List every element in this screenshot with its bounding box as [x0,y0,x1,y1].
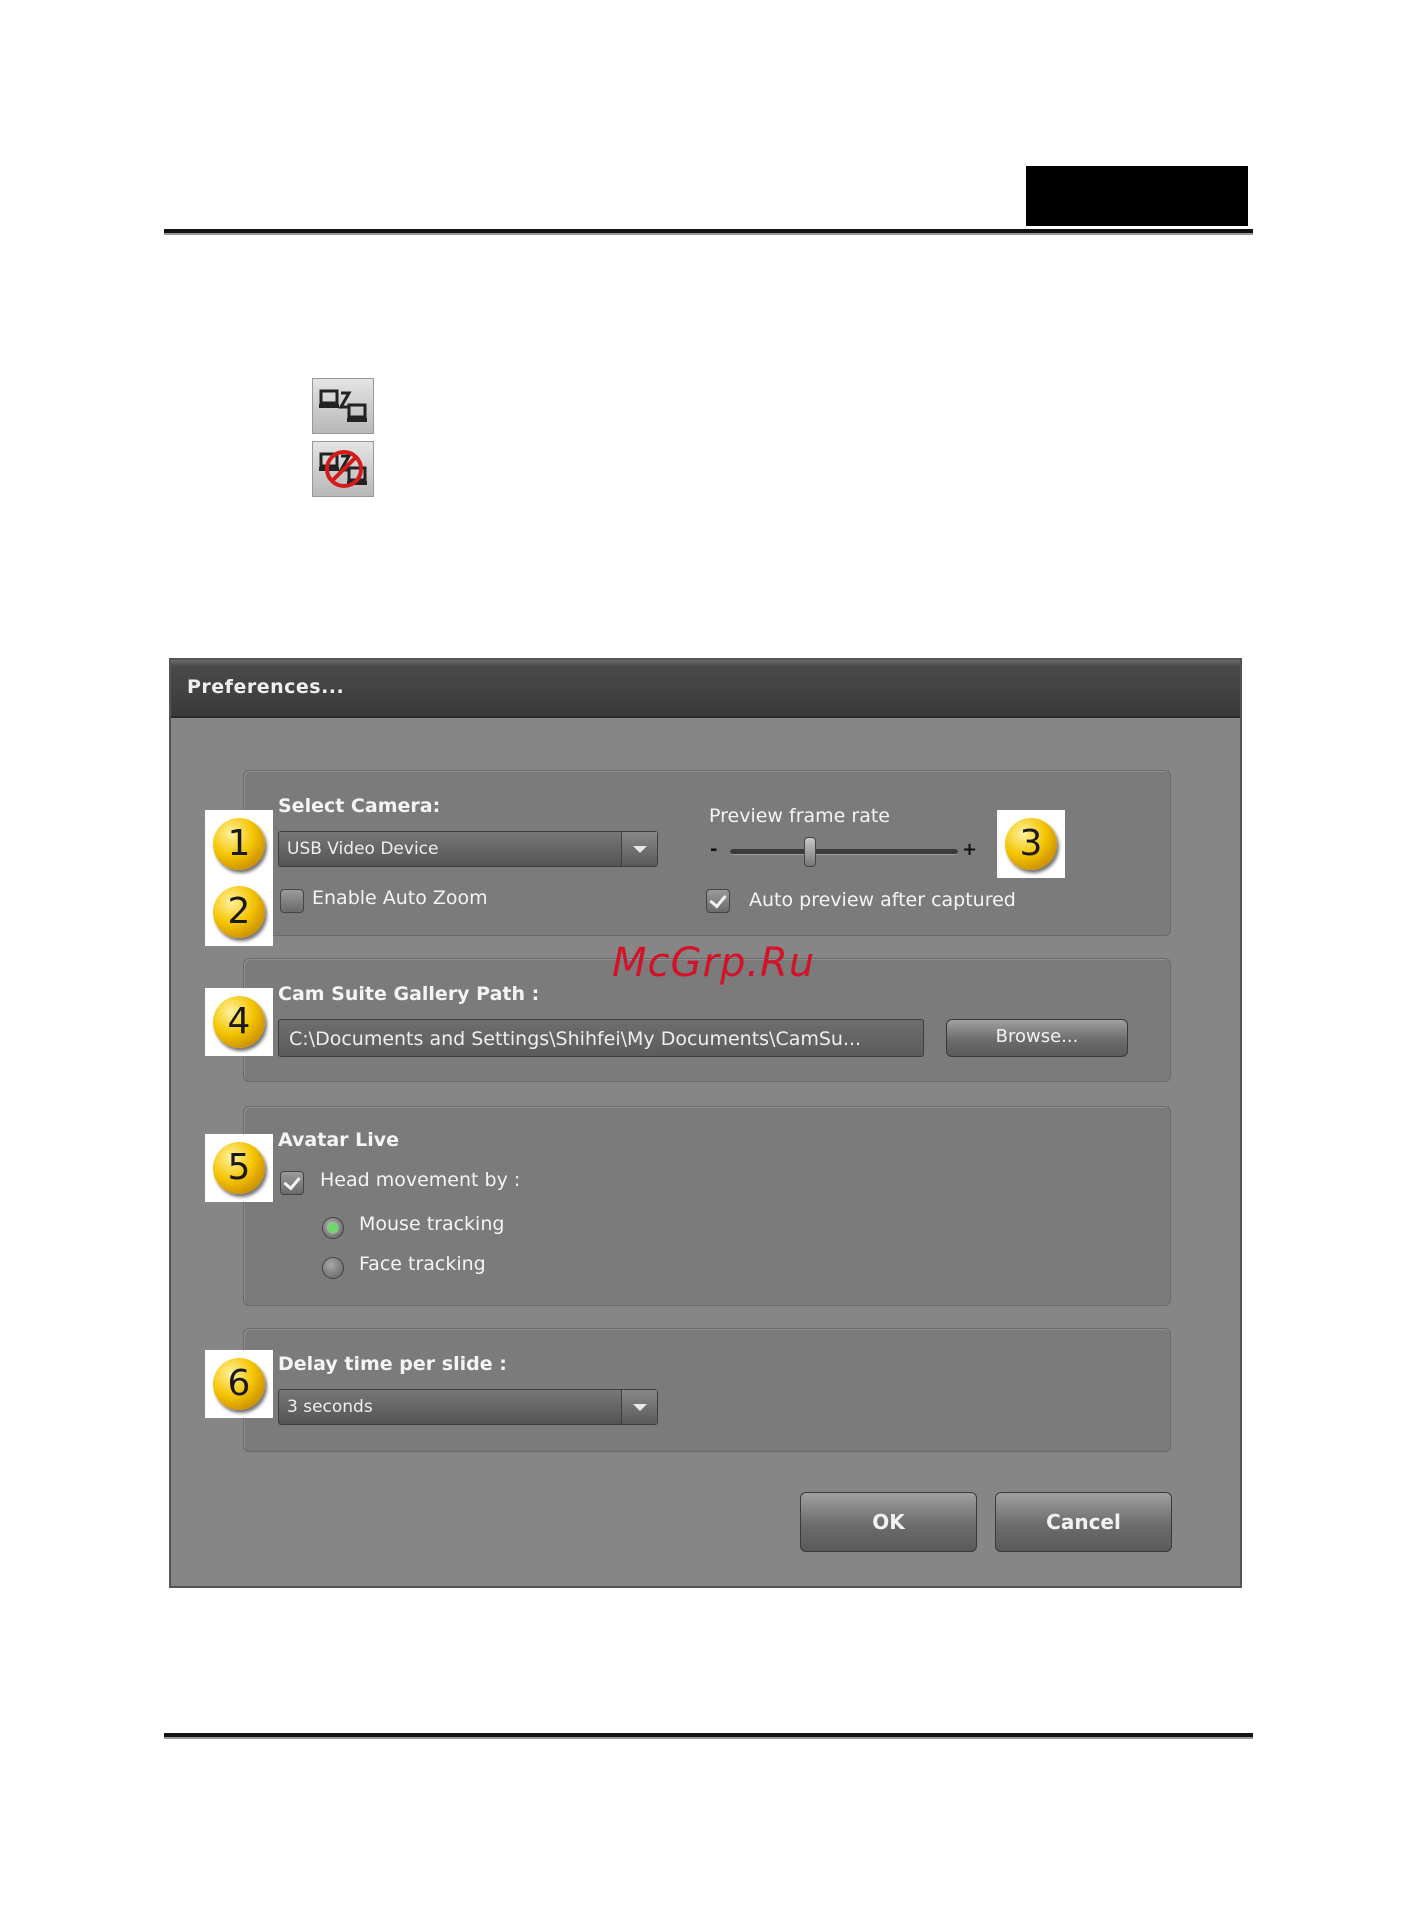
select-camera-label: Select Camera: [278,795,441,817]
callout-badge-6: 6 [205,1350,273,1418]
auto-zoom-checkbox[interactable] [280,889,304,913]
callout-badge-3: 3 [997,810,1065,878]
gallery-path-label: Cam Suite Gallery Path : [278,983,540,1005]
callout-badge-5: 5 [205,1134,273,1202]
callout-badge-1: 1 [205,810,273,878]
callout-badge-2: 2 [205,878,273,946]
page-header-block [1026,166,1248,226]
chevron-down-icon[interactable] [621,1390,657,1424]
callout-number: 2 [227,891,251,932]
disconnect-icon [312,441,374,497]
avatar-live-label: Avatar Live [278,1129,400,1151]
gallery-path-value: C:\Documents and Settings\Shihfei\My Doc… [289,1028,862,1050]
mouse-tracking-label: Mouse tracking [359,1213,505,1235]
face-tracking-label: Face tracking [359,1253,486,1275]
callout-number: 4 [227,1001,251,1042]
frame-rate-minus: - [710,839,718,860]
frame-rate-slider-handle[interactable] [803,837,816,867]
delay-select[interactable]: 3 seconds [278,1389,658,1425]
callout-number: 1 [227,823,251,864]
connect-icon [312,378,374,434]
footer-rule [164,1733,1253,1739]
auto-preview-checkbox[interactable] [706,889,730,913]
browse-button[interactable]: Browse... [946,1019,1128,1057]
mouse-tracking-radio[interactable] [322,1217,344,1239]
ok-button[interactable]: OK [800,1492,977,1552]
frame-rate-label: Preview frame rate [709,805,890,827]
camera-select-value: USB Video Device [287,839,439,859]
dialog-title: Preferences... [187,676,345,698]
face-tracking-radio[interactable] [322,1257,344,1279]
watermark-text: McGrp.Ru [612,940,816,986]
callout-number: 5 [227,1147,251,1188]
header-rule [164,229,1253,235]
frame-rate-plus: + [962,839,978,860]
callout-number: 3 [1019,823,1043,864]
frame-rate-slider[interactable] [730,849,958,855]
delay-select-value: 3 seconds [287,1397,373,1417]
preferences-dialog: Preferences... Select Camera: USB Video … [169,658,1242,1588]
delay-label: Delay time per slide : [278,1353,507,1375]
dialog-titlebar[interactable]: Preferences... [171,660,1240,718]
auto-zoom-label: Enable Auto Zoom [312,887,488,909]
cancel-button[interactable]: Cancel [995,1492,1172,1552]
callout-number: 6 [227,1363,251,1404]
head-movement-checkbox[interactable] [280,1171,304,1195]
chevron-down-icon[interactable] [621,832,657,866]
auto-preview-label: Auto preview after captured [749,889,1016,911]
callout-badge-4: 4 [205,988,273,1056]
gallery-path-input[interactable]: C:\Documents and Settings\Shihfei\My Doc… [278,1019,924,1057]
head-movement-label: Head movement by : [320,1169,521,1191]
camera-select[interactable]: USB Video Device [278,831,658,867]
avatar-group: Avatar Live Head movement by : Mouse tra… [243,1106,1171,1306]
delay-group: Delay time per slide : 3 seconds [243,1328,1171,1452]
